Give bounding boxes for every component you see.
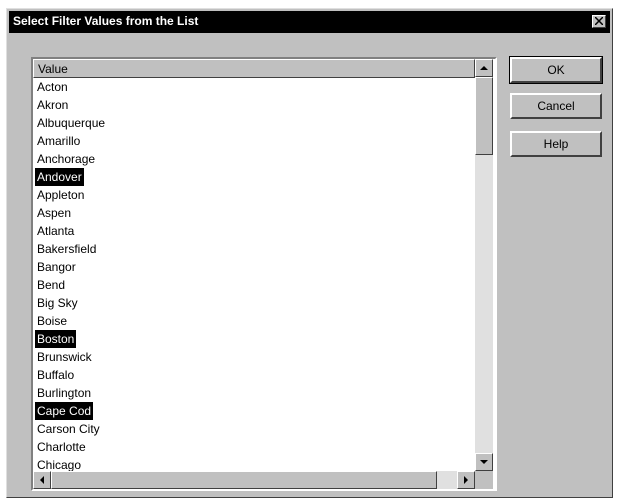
help-button[interactable]: Help bbox=[510, 131, 602, 157]
list-item[interactable]: Brunswick bbox=[33, 348, 475, 366]
list-item[interactable]: Andover bbox=[33, 168, 475, 186]
list-item-label: Burlington bbox=[37, 386, 92, 400]
list-item[interactable]: Amarillo bbox=[33, 132, 475, 150]
list-item[interactable]: Buffalo bbox=[33, 366, 475, 384]
list-item-label: Bangor bbox=[37, 260, 76, 274]
filter-values-dialog: Select Filter Values from the List Value… bbox=[6, 8, 613, 498]
column-header-value[interactable]: Value bbox=[33, 59, 475, 78]
list-item[interactable]: Carson City bbox=[33, 420, 475, 438]
list-item[interactable]: Cape Cod bbox=[33, 402, 475, 420]
arrow-right-icon bbox=[464, 476, 468, 484]
cancel-button[interactable]: Cancel bbox=[510, 93, 602, 119]
list-item[interactable]: Albuquerque bbox=[33, 114, 475, 132]
list-item-label: Carson City bbox=[37, 422, 100, 436]
values-listbox[interactable]: Value Acton Akron Albuquerque Amarillo Ancho… bbox=[31, 57, 497, 491]
scroll-down-button[interactable] bbox=[475, 453, 493, 471]
vertical-scrollbar[interactable] bbox=[475, 59, 493, 471]
list-item-label: Amarillo bbox=[37, 134, 81, 148]
list-item-label: Acton bbox=[37, 80, 68, 94]
column-header-label: Value bbox=[38, 62, 68, 76]
list-item-label: Appleton bbox=[37, 188, 85, 202]
ok-button[interactable]: OK bbox=[509, 56, 603, 84]
scrollbar-corner bbox=[475, 471, 493, 489]
list-item[interactable]: Acton bbox=[33, 78, 475, 96]
close-button[interactable] bbox=[592, 15, 606, 28]
list-item-label: Atlanta bbox=[37, 224, 75, 238]
horizontal-scrollbar[interactable] bbox=[33, 471, 475, 489]
list-item[interactable]: Appleton bbox=[33, 186, 475, 204]
list-item-label: Buffalo bbox=[37, 368, 75, 382]
list-item[interactable]: Akron bbox=[33, 96, 475, 114]
values-list[interactable]: Acton Akron Albuquerque Amarillo Anchorage An… bbox=[33, 78, 475, 472]
list-item[interactable]: Boston bbox=[33, 330, 475, 348]
title-bar[interactable]: Select Filter Values from the List bbox=[9, 11, 610, 33]
arrow-left-icon bbox=[40, 476, 44, 484]
scroll-left-button[interactable] bbox=[33, 471, 51, 489]
list-item-label: Big Sky bbox=[37, 296, 78, 310]
list-item-label: Aspen bbox=[37, 206, 72, 220]
list-item-label: Brunswick bbox=[37, 350, 92, 364]
list-item[interactable]: Anchorage bbox=[33, 150, 475, 168]
list-item[interactable]: Charlotte bbox=[33, 438, 475, 456]
list-item[interactable]: Chicago bbox=[33, 456, 475, 472]
list-item-label: Chicago bbox=[37, 458, 82, 472]
list-item[interactable]: Atlanta bbox=[33, 222, 475, 240]
list-item[interactable]: Bend bbox=[33, 276, 475, 294]
list-item-label: Boise bbox=[37, 314, 68, 328]
list-item-label: Bend bbox=[37, 278, 66, 292]
list-item[interactable]: Big Sky bbox=[33, 294, 475, 312]
list-item-label: Boston bbox=[35, 330, 77, 348]
list-item[interactable]: Bangor bbox=[33, 258, 475, 276]
list-item[interactable]: Boise bbox=[33, 312, 475, 330]
list-item-label: Andover bbox=[35, 168, 84, 186]
list-item-label: Anchorage bbox=[37, 152, 96, 166]
scroll-right-button[interactable] bbox=[457, 471, 475, 489]
list-item[interactable]: Burlington bbox=[33, 384, 475, 402]
list-item-label: Albuquerque bbox=[37, 116, 106, 130]
arrow-down-icon bbox=[480, 460, 488, 464]
list-item[interactable]: Bakersfield bbox=[33, 240, 475, 258]
close-icon bbox=[595, 17, 603, 25]
dialog-title: Select Filter Values from the List bbox=[13, 14, 199, 28]
list-item-label: Akron bbox=[37, 98, 69, 112]
horizontal-scroll-thumb[interactable] bbox=[51, 471, 437, 489]
list-item-label: Charlotte bbox=[37, 440, 86, 454]
list-item-label: Bakersfield bbox=[37, 242, 97, 256]
arrow-up-icon bbox=[480, 66, 488, 70]
scroll-up-button[interactable] bbox=[475, 59, 493, 77]
list-item[interactable]: Aspen bbox=[33, 204, 475, 222]
list-item-label: Cape Cod bbox=[35, 402, 94, 420]
vertical-scroll-thumb[interactable] bbox=[475, 77, 493, 155]
